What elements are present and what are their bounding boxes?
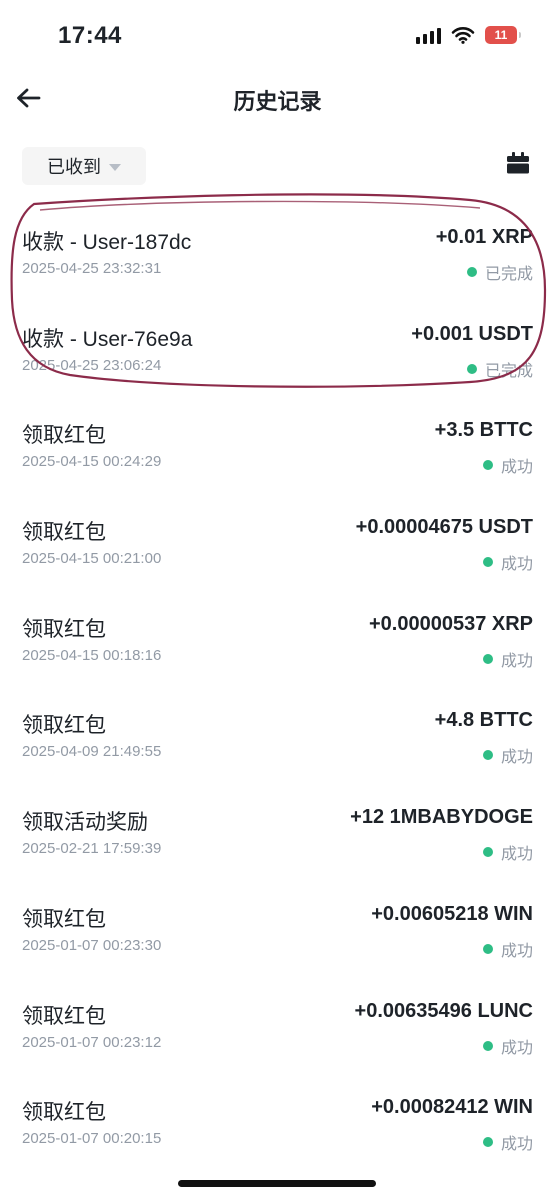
status-dot-icon (482, 1137, 493, 1148)
item-timestamp: 2025-04-25 23:06:24 (22, 356, 162, 374)
status-badge: 成功 (482, 840, 533, 864)
item-timestamp: 2025-04-15 00:18:16 (22, 646, 162, 664)
list-item[interactable]: 领取红包 2025-04-15 00:24:29 +3.5 BTTC 成功 (0, 403, 555, 500)
battery-icon: 11 (485, 26, 521, 44)
status-dot-icon (482, 460, 493, 471)
status-badge: 已完成 (466, 260, 533, 284)
item-timestamp: 2025-04-15 00:21:00 (22, 550, 162, 568)
status-badge: 成功 (482, 743, 533, 767)
status-label: 成功 (500, 556, 533, 574)
list-item[interactable]: 领取红包 2025-01-07 00:20:15 +0.00082412 WIN 成功 (0, 1080, 555, 1177)
item-title: 收款 - User-76e9a (22, 327, 193, 351)
item-timestamp: 2025-01-07 00:23:30 (22, 936, 162, 954)
status-label: 成功 (500, 942, 533, 960)
status-dot-icon (482, 1040, 493, 1051)
status-label: 成功 (500, 1039, 533, 1057)
status-dot-icon (482, 943, 493, 954)
item-title: 领取红包 (22, 1004, 106, 1028)
status-dot-icon (466, 363, 477, 374)
item-timestamp: 2025-01-07 00:23:12 (22, 1033, 162, 1051)
status-badge: 成功 (482, 937, 533, 961)
status-badge: 已完成 (466, 357, 533, 381)
status-badge: 成功 (482, 550, 533, 574)
item-amount: +0.01 XRP (435, 226, 533, 248)
status-dot-icon (482, 847, 493, 858)
status-label: 成功 (500, 459, 533, 477)
wifi-icon (451, 27, 475, 44)
status-badge: 成功 (482, 453, 533, 477)
item-title: 领取红包 (22, 424, 106, 448)
filter-label: 已收到 (47, 157, 101, 177)
item-amount: +3.5 BTTC (434, 419, 533, 442)
home-indicator (178, 1180, 376, 1187)
item-amount: +12 1MBABYDOGE (350, 806, 533, 829)
item-amount: +0.00082412 WIN (371, 1096, 533, 1119)
item-timestamp: 2025-04-25 23:32:31 (22, 260, 162, 277)
calendar-icon (507, 152, 529, 174)
status-dot-icon (482, 557, 493, 568)
item-timestamp: 2025-02-21 17:59:39 (22, 840, 162, 858)
status-label: 已完成 (484, 266, 533, 283)
battery-level: 11 (494, 28, 508, 42)
item-title: 领取红包 (22, 617, 106, 641)
status-label: 成功 (500, 749, 533, 767)
list-item[interactable]: 收款 - User-76e9a 2025-04-25 23:06:24 +0.001… (0, 307, 555, 404)
item-amount: +0.00000537 XRP (368, 612, 533, 635)
list-item[interactable]: 领取红包 2025-04-15 00:21:00 +0.00004675 USDT 成… (0, 500, 555, 597)
item-title: 领取红包 (22, 1101, 106, 1125)
page-title: 历史记录 (233, 89, 322, 114)
item-amount: +0.00605218 WIN (371, 902, 533, 925)
item-title: 收款 - User-187dc (22, 231, 192, 254)
status-bar: 17:44 11 (0, 0, 555, 70)
nav-bar: 历史记录 (0, 70, 555, 130)
calendar-button[interactable] (505, 150, 531, 176)
status-label: 成功 (500, 846, 533, 864)
status-dot-icon (466, 267, 477, 277)
status-badge: 成功 (482, 1130, 533, 1154)
status-badge: 成功 (482, 647, 533, 671)
item-timestamp: 2025-04-15 00:24:29 (22, 453, 162, 471)
caret-down-icon (109, 163, 121, 171)
list-item[interactable]: 收款 - User-187dc 2025-04-25 23:32:31 +0.01 … (0, 210, 555, 307)
status-dot-icon (482, 653, 493, 664)
item-amount: +4.8 BTTC (434, 709, 533, 732)
status-time: 17:44 (58, 22, 122, 49)
item-title: 领取红包 (22, 907, 106, 931)
item-amount: +0.001 USDT (411, 322, 533, 345)
status-icons: 11 (416, 26, 521, 44)
status-label: 已完成 (484, 362, 533, 380)
item-title: 领取活动奖励 (22, 811, 148, 835)
list-item[interactable]: 领取红包 2025-04-09 21:49:55 +4.8 BTTC 成功 (0, 693, 555, 790)
item-timestamp: 2025-04-09 21:49:55 (22, 743, 162, 761)
status-label: 成功 (500, 1136, 533, 1154)
filter-dropdown[interactable]: 已收到 (22, 147, 146, 185)
list-item[interactable]: 领取红包 2025-01-07 00:23:30 +0.00605218 WIN 成功 (0, 887, 555, 984)
item-title: 领取红包 (22, 714, 106, 738)
item-amount: +0.00004675 USDT (355, 516, 533, 539)
status-badge: 成功 (482, 1034, 533, 1058)
status-label: 成功 (500, 652, 533, 670)
history-list: 收款 - User-187dc 2025-04-25 23:32:31 +0.01 … (0, 210, 555, 1177)
item-amount: +0.00635496 LUNC (354, 999, 533, 1022)
status-dot-icon (482, 750, 493, 761)
cellular-signal-icon (416, 26, 441, 44)
list-item[interactable]: 领取红包 2025-01-07 00:23:12 +0.00635496 LUNC 成… (0, 984, 555, 1081)
item-timestamp: 2025-01-07 00:20:15 (22, 1130, 162, 1148)
item-title: 领取红包 (22, 521, 106, 545)
list-item[interactable]: 领取红包 2025-04-15 00:18:16 +0.00000537 XRP 成功 (0, 597, 555, 694)
list-item[interactable]: 领取活动奖励 2025-02-21 17:59:39 +12 1MBABYDOGE 成… (0, 790, 555, 887)
